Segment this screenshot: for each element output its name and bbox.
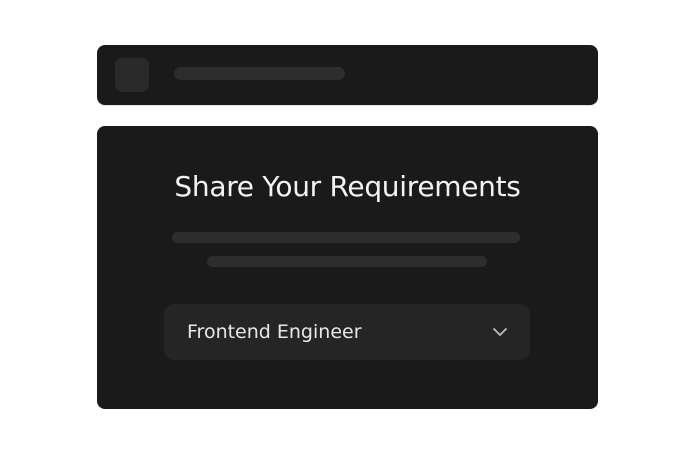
page: Share Your Requirements Frontend Enginee… [0, 0, 693, 462]
card-title: Share Your Requirements [174, 170, 521, 203]
skeleton-line [174, 67, 345, 80]
skeleton-line-description-2 [207, 256, 487, 267]
role-select-value: Frontend Engineer [187, 321, 362, 343]
role-select[interactable]: Frontend Engineer [164, 304, 530, 360]
top-bar-placeholder [97, 45, 598, 105]
requirements-card: Share Your Requirements Frontend Enginee… [97, 126, 598, 409]
avatar-placeholder [115, 58, 149, 92]
chevron-down-icon [492, 327, 508, 337]
skeleton-line-description-1 [172, 232, 520, 243]
